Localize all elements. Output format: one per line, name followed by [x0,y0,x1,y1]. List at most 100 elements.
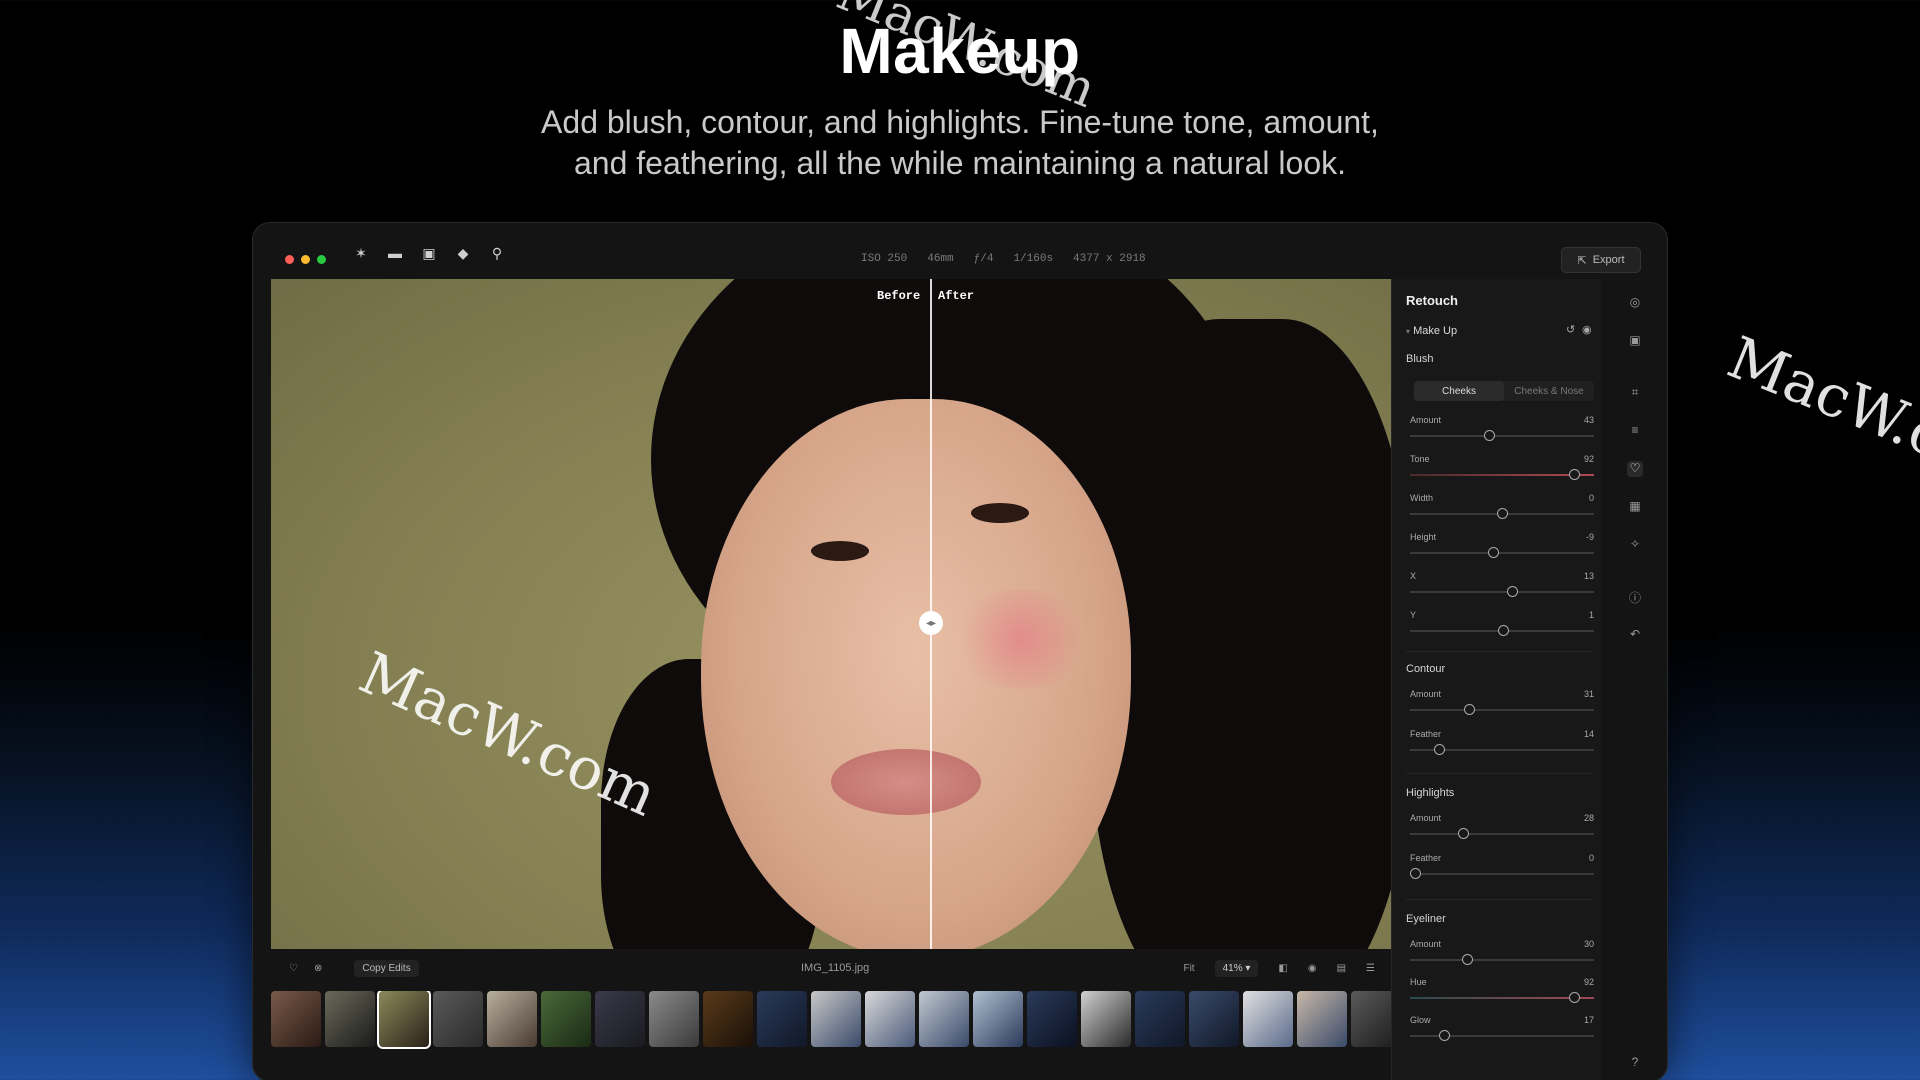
blush-tone-slider[interactable]: Tone 92 [1410,454,1594,490]
blush-height-slider[interactable]: Height -9 [1410,532,1594,568]
thumbnail[interactable] [703,991,753,1047]
slider-knob[interactable] [1496,508,1508,519]
eyeliner-glow-slider[interactable]: Glow 17 [1410,1015,1594,1051]
slider-knob[interactable] [1569,469,1581,480]
slider-track[interactable] [1410,435,1594,437]
history-icon[interactable]: ↶ [1627,627,1643,643]
photo-canvas[interactable]: ◂▸ Before After [271,279,1391,949]
bottom-bar: ♡ ⊗ Copy Edits IMG_1105.jpg Fit 41% ▾ ◧ … [271,949,1391,987]
retouch-icon[interactable]: ♡ [1627,461,1643,477]
slider-knob[interactable] [1439,1030,1451,1041]
slider-track[interactable] [1410,1035,1594,1037]
highlights-feather-slider[interactable]: Feather 0 [1410,853,1594,889]
slider-knob[interactable] [1410,868,1421,879]
export-label: Export [1592,254,1625,266]
thumbnail[interactable] [325,991,375,1047]
slider-track[interactable] [1410,552,1594,554]
fit-button[interactable]: Fit [1183,963,1194,974]
eraser-icon[interactable]: ◆ [455,245,471,262]
import-icon[interactable]: ▣ [421,245,437,262]
slider-knob[interactable] [1487,547,1499,558]
layers-icon[interactable]: ▣ [1627,333,1643,349]
compare-icon[interactable]: ◧ [1278,963,1287,974]
slider-label: Feather [1410,853,1442,863]
thumbnail[interactable] [865,991,915,1047]
seg-cheeks[interactable]: Cheeks [1414,381,1504,401]
search-icon[interactable]: ⚲ [489,245,505,262]
slider-track[interactable] [1410,997,1594,999]
magic-icon[interactable]: ✧ [1627,537,1643,553]
slider-knob[interactable] [1463,704,1475,715]
reject-icon[interactable]: ⊗ [314,963,322,974]
slider-knob[interactable] [1434,744,1446,755]
thumbnail[interactable] [919,991,969,1047]
presets-icon[interactable]: ◎ [1627,295,1643,311]
thumbnail[interactable] [1081,991,1131,1047]
watermark: MacW.com [1718,323,1920,505]
mask-icon[interactable]: ▦ [1627,499,1643,515]
highlights-amount-slider[interactable]: Amount 28 [1410,813,1594,849]
help-icon[interactable]: ? [1627,1055,1643,1071]
slider-track[interactable] [1410,873,1594,875]
blush-amount-slider[interactable]: Amount 43 [1410,415,1594,451]
thumbnail[interactable] [811,991,861,1047]
slider-value: 0 [1588,853,1594,863]
slider-knob[interactable] [1461,954,1473,965]
seg-cheeks-nose[interactable]: Cheeks & Nose [1504,381,1594,401]
contour-amount-slider[interactable]: Amount 31 [1410,689,1594,725]
thumbnail[interactable] [595,991,645,1047]
thumbnail[interactable] [1135,991,1185,1047]
eyeliner-hue-slider[interactable]: Hue 92 [1410,977,1594,1013]
thumbnail[interactable] [541,991,591,1047]
thumbnail[interactable] [271,991,321,1047]
thumbnail[interactable] [1243,991,1293,1047]
info-icon[interactable]: ⓘ [1627,589,1643,605]
thumbnail[interactable] [1189,991,1239,1047]
copy-edits-button[interactable]: Copy Edits [354,959,419,977]
reset-icon[interactable]: ↺ [1566,323,1575,336]
window-controls [285,255,326,264]
compare-split-handle[interactable]: ◂▸ [919,611,943,635]
blush-width-slider[interactable]: Width 0 [1410,493,1594,529]
thumbnail[interactable] [1351,991,1391,1047]
crop-icon[interactable]: ⌗ [1627,385,1643,401]
eye-icon[interactable]: ◉ [1308,963,1317,974]
slider-knob[interactable] [1569,992,1581,1003]
sparkle-icon[interactable]: ✶ [353,245,369,262]
minimize-window-button[interactable] [301,255,310,264]
sort-icon[interactable]: ☰ [1366,963,1375,974]
slider-knob[interactable] [1484,430,1496,441]
right-eye [971,503,1029,523]
thumbnail[interactable] [757,991,807,1047]
slider-track[interactable] [1410,959,1594,961]
blush-x-slider[interactable]: X 13 [1410,571,1594,607]
export-button[interactable]: ⇱ Export [1561,247,1641,273]
slider-track[interactable] [1410,474,1594,476]
folder-icon[interactable]: ▬ [387,245,403,262]
zoom-window-button[interactable] [317,255,326,264]
slider-knob[interactable] [1506,586,1518,597]
slider-track[interactable] [1410,591,1594,593]
thumbnail[interactable] [433,991,483,1047]
slider-track[interactable] [1410,833,1594,835]
contour-feather-slider[interactable]: Feather 14 [1410,729,1594,765]
thumbnail[interactable] [1297,991,1347,1047]
slider-track[interactable] [1410,709,1594,711]
slider-value: 92 [1583,977,1594,987]
close-window-button[interactable] [285,255,294,264]
thumbnail[interactable] [1027,991,1077,1047]
eyeliner-amount-slider[interactable]: Amount 30 [1410,939,1594,975]
adjust-icon[interactable]: ≡ [1627,423,1643,439]
zoom-select[interactable]: 41% ▾ [1214,959,1259,977]
thumbnail[interactable] [487,991,537,1047]
thumbnail[interactable] [649,991,699,1047]
slider-knob[interactable] [1498,625,1510,636]
thumbnail[interactable] [973,991,1023,1047]
heart-icon[interactable]: ♡ [289,963,298,974]
panel-icon[interactable]: ▤ [1337,963,1346,974]
slider-knob[interactable] [1458,828,1470,839]
makeup-section-header[interactable]: ▾ Make Up [1406,325,1457,337]
blush-y-slider[interactable]: Y 1 [1410,610,1594,646]
thumbnail-selected[interactable] [377,991,431,1049]
visibility-eye-icon[interactable]: ◉ [1582,323,1592,336]
